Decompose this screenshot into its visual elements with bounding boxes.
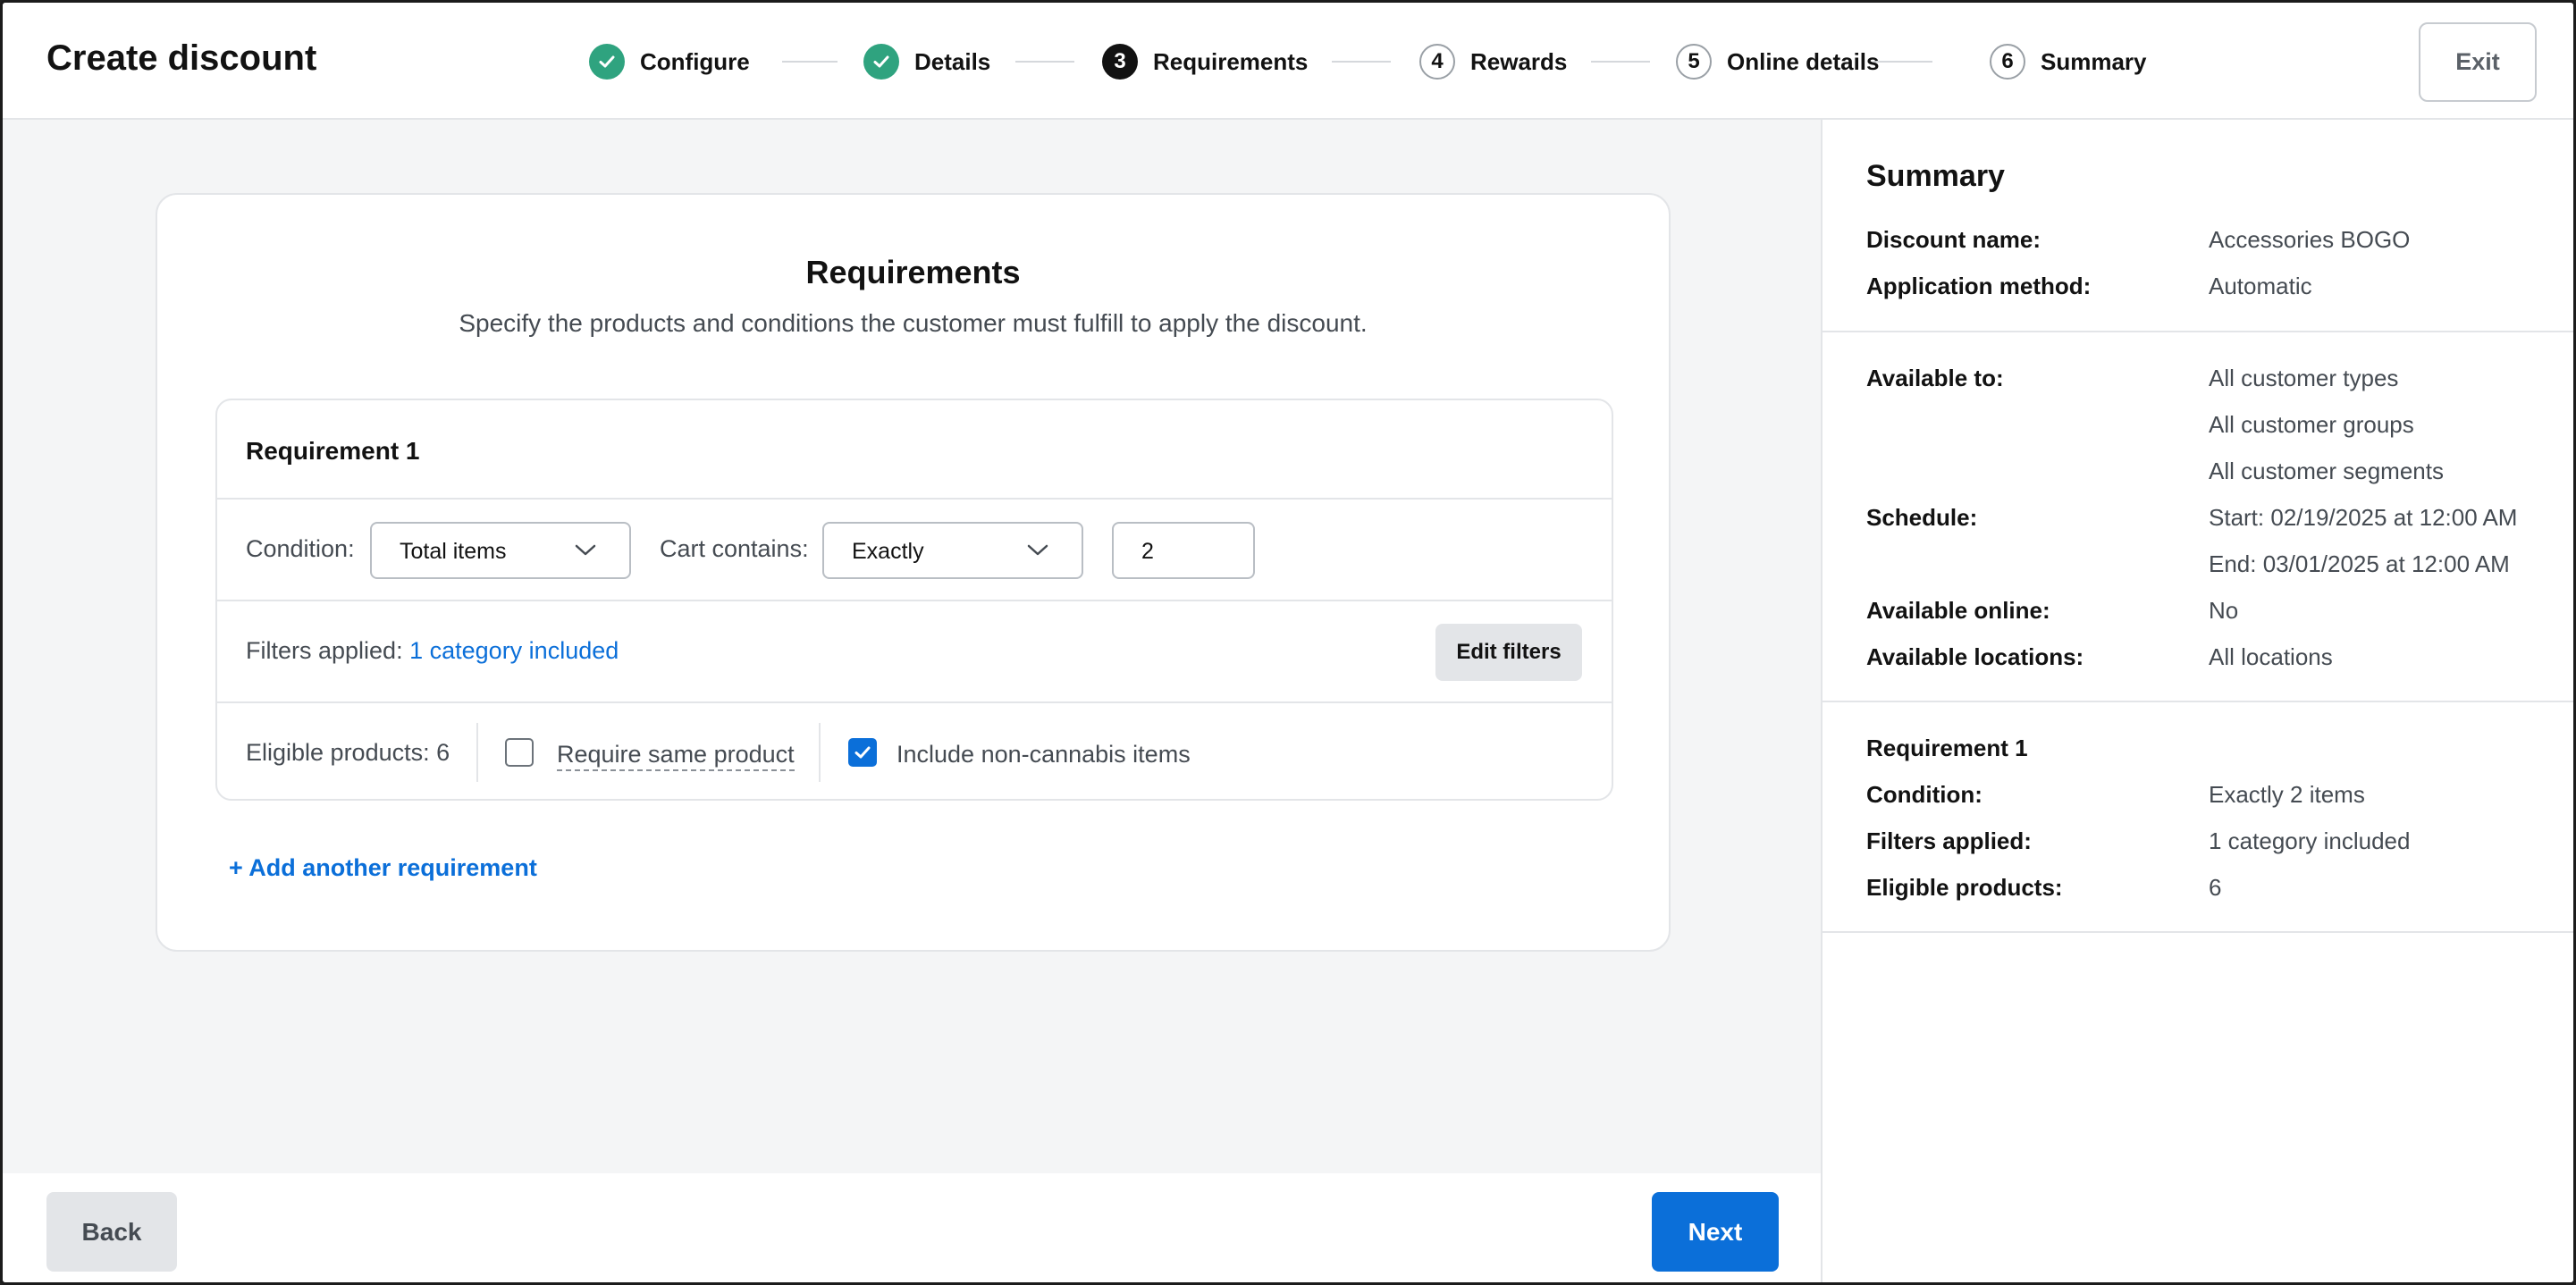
summary-value: All customer groups: [2209, 411, 2414, 438]
summary-key: Eligible products:: [1866, 874, 2063, 901]
step-label: Summary: [2041, 47, 2147, 75]
step-label: Rewards: [1470, 47, 1568, 75]
check-icon: [863, 44, 899, 80]
requirement-panel: Requirement 1 Condition: Total items Car…: [215, 399, 1613, 801]
add-requirement-link[interactable]: + Add another requirement: [229, 854, 537, 882]
check-icon: [589, 44, 625, 80]
quantity-input[interactable]: 2: [1112, 522, 1255, 579]
condition-select-value: Total items: [400, 539, 507, 564]
summary-value: Exactly 2 items: [2209, 781, 2365, 808]
step-label: Configure: [640, 47, 750, 75]
summary-value: Automatic: [2209, 273, 2312, 299]
requirement-title: Requirement 1: [246, 437, 420, 465]
next-button[interactable]: Next: [1652, 1192, 1779, 1272]
include-non-cannabis-checkbox[interactable]: [848, 738, 877, 767]
summary-value: Start: 02/19/2025 at 12:00 AM: [2209, 504, 2518, 531]
step-label: Requirements: [1153, 47, 1309, 75]
check-icon: [854, 746, 871, 759]
filters-link[interactable]: 1 category included: [409, 637, 619, 664]
step-number: 6: [1990, 44, 2025, 80]
requirements-card: Requirements Specify the products and co…: [156, 193, 1671, 952]
edit-filters-button[interactable]: Edit filters: [1435, 624, 1582, 681]
cart-contains-label: Cart contains:: [660, 535, 809, 562]
step-configure[interactable]: Configure: [589, 42, 750, 81]
summary-value: Accessories BOGO: [2209, 226, 2411, 253]
options-row: Eligible products: 6 Require same produc…: [217, 703, 1612, 799]
summary-value: All locations: [2209, 643, 2333, 670]
step-connector: [782, 61, 838, 63]
divider: [1823, 931, 2573, 933]
summary-key: Available to:: [1866, 365, 2004, 391]
chevron-down-icon: [1027, 544, 1048, 556]
condition-row: Condition: Total items Cart contains: Ex…: [217, 500, 1612, 601]
header-bar: Create discount Configure Details 3 Requ…: [3, 3, 2573, 120]
summary-value: 6: [2209, 874, 2222, 901]
summary-panel: Summary Discount name: Accessories BOGO …: [1821, 120, 2573, 1282]
summary-value: All customer segments: [2209, 458, 2444, 484]
summary-key: Filters applied:: [1866, 827, 2032, 854]
step-number: 5: [1676, 44, 1712, 80]
condition-select[interactable]: Total items: [370, 522, 631, 579]
step-number: 3: [1102, 44, 1138, 80]
divider: [1823, 701, 2573, 702]
summary-title: Summary: [1866, 159, 2005, 193]
filters-label: Filters applied:: [246, 637, 403, 664]
step-number: 4: [1419, 44, 1455, 80]
summary-requirement-title: Requirement 1: [1866, 735, 2028, 761]
require-same-product-checkbox[interactable]: [505, 738, 534, 767]
step-online-details[interactable]: 5 Online details: [1676, 42, 1880, 81]
section-title: Requirements: [805, 254, 1021, 290]
summary-key: Schedule:: [1866, 504, 1978, 531]
summary-value: All customer types: [2209, 365, 2399, 391]
divider: [476, 723, 478, 782]
step-rewards[interactable]: 4 Rewards: [1419, 42, 1567, 81]
filters-row: Filters applied: 1 category included Edi…: [217, 601, 1612, 703]
quantity-value: 2: [1141, 539, 1154, 564]
include-non-cannabis-label[interactable]: Include non-cannabis items: [897, 741, 1191, 768]
chevron-down-icon: [575, 544, 596, 556]
summary-key: Condition:: [1866, 781, 1983, 808]
summary-filters-link[interactable]: 1 category included: [2209, 827, 2410, 855]
require-same-product-label[interactable]: Require same product: [557, 741, 795, 771]
summary-key: Available online:: [1866, 597, 2050, 624]
requirement-header: Requirement 1: [217, 400, 1612, 500]
step-label: Online details: [1727, 47, 1880, 75]
filters-text: Filters applied: 1 category included: [246, 637, 619, 665]
cart-contains-select-value: Exactly: [852, 539, 924, 564]
step-connector: [1015, 61, 1074, 63]
divider: [1823, 331, 2573, 332]
footer-bar: Back Next: [3, 1173, 1821, 1282]
summary-value: No: [2209, 597, 2239, 624]
step-summary[interactable]: 6 Summary: [1990, 42, 2147, 81]
step-requirements[interactable]: 3 Requirements: [1102, 42, 1308, 81]
step-details[interactable]: Details: [863, 42, 990, 81]
summary-value: End: 03/01/2025 at 12:00 AM: [2209, 550, 2510, 577]
page-title: Create discount: [46, 38, 317, 78]
step-connector: [1591, 61, 1650, 63]
section-subtitle: Specify the products and conditions the …: [459, 309, 1368, 337]
divider: [819, 723, 821, 782]
summary-key: Discount name:: [1866, 226, 2041, 253]
summary-key: Application method:: [1866, 273, 2092, 299]
step-label: Details: [914, 47, 991, 75]
summary-key: Available locations:: [1866, 643, 2084, 670]
cart-contains-select[interactable]: Exactly: [822, 522, 1083, 579]
exit-button[interactable]: Exit: [2419, 22, 2537, 102]
condition-label: Condition:: [246, 535, 355, 562]
step-connector: [1332, 61, 1391, 63]
eligible-products-text: Eligible products: 6: [246, 739, 450, 766]
step-connector: [1873, 61, 1932, 63]
app-window: Create discount Configure Details 3 Requ…: [0, 0, 2576, 1285]
back-button[interactable]: Back: [46, 1192, 177, 1272]
